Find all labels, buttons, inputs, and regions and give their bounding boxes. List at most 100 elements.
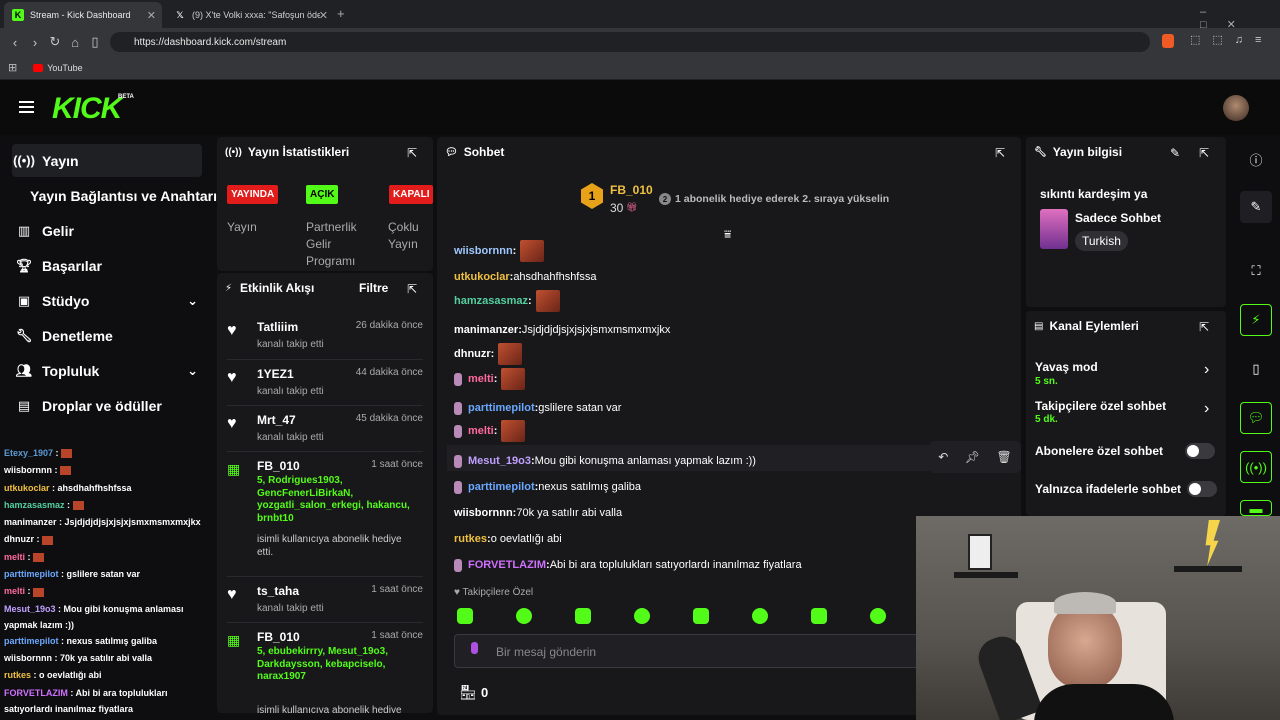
chevron-right-icon[interactable]: › <box>1204 361 1209 379</box>
chat-username: wiisbornnn <box>4 652 52 663</box>
bolt-icon[interactable]: ⚡︎ <box>1240 304 1272 336</box>
pinned-toggle-icon[interactable]: ⩸ <box>724 227 731 242</box>
event-time: 26 dakika önce <box>355 320 423 331</box>
forward-icon[interactable]: › <box>25 35 45 50</box>
menu-icon[interactable] <box>19 101 34 113</box>
popout-icon[interactable]: ⇱ <box>407 282 417 296</box>
sidebar-item-studyo[interactable]: ▣ Stüdyo ⌄ <box>12 284 202 317</box>
emote-picker-icon[interactable] <box>811 608 827 624</box>
reload-icon[interactable]: ↻ <box>45 34 65 50</box>
emote-picker-icon[interactable] <box>516 608 532 624</box>
chat-username[interactable]: Mesut_19o3 <box>468 455 531 467</box>
overlay-chat-line: wiisbornnn : <box>0 462 212 479</box>
shop-icon[interactable]: 🏪︎ <box>459 684 477 701</box>
close-tab-icon[interactable]: ✕ <box>147 9 156 22</box>
emote-picker-icon[interactable] <box>457 608 473 624</box>
chevron-right-icon[interactable]: › <box>1204 400 1209 418</box>
chat-colon: : <box>49 482 58 493</box>
mic-icon[interactable] <box>471 642 478 654</box>
info-icon[interactable]: ⓘ <box>1240 143 1272 175</box>
url-field[interactable]: https://dashboard.kick.com/stream <box>110 32 1150 52</box>
popout-icon[interactable]: ⇱ <box>995 146 1005 160</box>
chat-username[interactable]: FORVETLAZIM <box>468 559 546 571</box>
emote-chat-toggle[interactable] <box>1187 481 1217 497</box>
sidebar-item-basarilar[interactable]: 🏆︎ Başarılar <box>12 249 202 282</box>
browser-tab-kick[interactable]: K Stream - Kick Dashboard ✕ <box>4 2 162 28</box>
chat-username[interactable]: wiisbornnn <box>454 245 513 257</box>
emote-picker-icon[interactable] <box>693 608 709 624</box>
bookmark-youtube[interactable]: YouTube <box>47 63 82 73</box>
new-tab-icon[interactable]: + <box>337 6 345 21</box>
emote-picker-icon[interactable] <box>870 608 886 624</box>
chat-colon: : <box>493 425 498 437</box>
event-username[interactable]: FB_010 <box>257 459 300 473</box>
sidebar-item-label: Topluluk <box>42 362 100 379</box>
sidebar-item-gelir[interactable]: ▥ Gelir <box>12 214 202 247</box>
popout-icon[interactable]: ⇱ <box>407 146 417 160</box>
pin-icon[interactable]: 📌︎ <box>965 450 980 464</box>
chat-message: utkukoclar: ahsdhahfhshfssa <box>454 267 596 287</box>
emote-icon <box>72 501 84 511</box>
emote-icon <box>501 368 526 390</box>
stats-panel: ((•)) Yayın İstatistikleri ⇱ YAYINDA AÇIK… <box>217 137 434 271</box>
broadcast-icon[interactable]: ((•)) <box>1240 451 1272 483</box>
kick-logo[interactable]: KICK <box>52 92 122 126</box>
emote-picker-icon[interactable] <box>752 608 768 624</box>
event-username[interactable]: 1YEZ1 <box>257 367 294 381</box>
chat-username[interactable]: dhnuzr <box>454 348 491 360</box>
chat-username[interactable]: manimanzer <box>454 324 518 336</box>
subs-chat-toggle[interactable] <box>1185 443 1215 459</box>
scan-icon[interactable]: ⛶ <box>1240 255 1272 287</box>
edit-icon[interactable]: ✎ <box>1240 191 1272 223</box>
channel-actions-panel: ▤ Kanal Eylemleri ⇱ Yavaş mod 5 sn. › Tak… <box>1026 311 1226 516</box>
x-favicon-icon: 𝕏 <box>176 9 184 20</box>
extension-icons[interactable]: ⬚⬚♫≡ <box>1190 33 1273 46</box>
chat-username[interactable]: wiisbornnn <box>454 507 513 519</box>
avatar[interactable] <box>1223 95 1249 121</box>
delete-icon[interactable]: 🗑︎ <box>997 450 1012 464</box>
category-name[interactable]: Sadece Sohbet <box>1075 211 1161 225</box>
emote-chat-label: Yalnızca ifadelerle sohbet <box>1035 482 1182 496</box>
home-icon[interactable]: ⌂ <box>65 35 85 50</box>
chat-username[interactable]: melti <box>468 373 494 385</box>
webcam-overlay <box>916 516 1280 720</box>
video-icon[interactable]: ▬ <box>1240 500 1272 516</box>
browser-tab-x[interactable]: 𝕏 (9) X'te Volki xxxa: "Safoşun ödediği … <box>166 2 334 28</box>
chat-message: melti: <box>454 368 526 390</box>
back-icon[interactable]: ‹ <box>5 35 25 50</box>
reply-icon[interactable]: ↶ <box>938 450 948 464</box>
sidebar-item-yayin-baglantisi[interactable]: Yayın Bağlantısı ve Anahtarı <box>30 179 220 212</box>
event-username[interactable]: ts_taha <box>257 584 299 598</box>
mic-badge-icon <box>454 401 462 415</box>
sidebar-item-yayin[interactable]: ((•)) Yayın <box>12 144 202 177</box>
sidebar-item-topluluk[interactable]: 👥︎ Topluluk ⌄ <box>12 354 202 387</box>
chat-message: parttimepilot: gslilere satan var <box>454 398 621 418</box>
emote-picker-icon[interactable] <box>575 608 591 624</box>
event-username[interactable]: Tatliiim <box>257 320 298 334</box>
chat-username[interactable]: parttimepilot <box>468 481 535 493</box>
status-badge-multistream: KAPALI <box>389 185 434 204</box>
edit-icon[interactable]: ✎ <box>1170 146 1180 160</box>
close-tab-icon[interactable]: ✕ <box>319 9 328 22</box>
popout-icon[interactable]: ⇱ <box>1199 146 1209 160</box>
leaderboard-name[interactable]: FB_010 <box>610 183 653 197</box>
event-username[interactable]: Mrt_47 <box>257 413 296 427</box>
document-icon[interactable]: ▯ <box>1240 353 1272 385</box>
bookmark-icon[interactable]: ▯ <box>85 34 105 50</box>
apps-icon[interactable]: ⊞ <box>8 61 17 74</box>
chat-username[interactable]: rutkes <box>454 533 487 545</box>
sidebar-item-droplar[interactable]: ▤ Droplar ve ödüller <box>12 389 202 422</box>
chat-username[interactable]: utkukoclar <box>454 271 510 283</box>
chat-icon[interactable]: 💬︎ <box>1240 402 1272 434</box>
brave-shield-icon[interactable] <box>1162 34 1174 48</box>
popout-icon[interactable]: ⇱ <box>1199 320 1209 334</box>
emote-icon <box>33 587 45 597</box>
chat-username[interactable]: hamzasasmaz <box>454 295 528 307</box>
chat-username[interactable]: parttimepilot <box>468 402 535 414</box>
streamer-hair <box>1054 592 1116 614</box>
filter-button[interactable]: Filtre <box>359 281 388 295</box>
emote-picker-icon[interactable] <box>634 608 650 624</box>
sidebar-item-denetleme[interactable]: 🔧︎ Denetleme <box>12 319 202 352</box>
event-username[interactable]: FB_010 <box>257 630 300 644</box>
chat-username[interactable]: melti <box>468 425 494 437</box>
